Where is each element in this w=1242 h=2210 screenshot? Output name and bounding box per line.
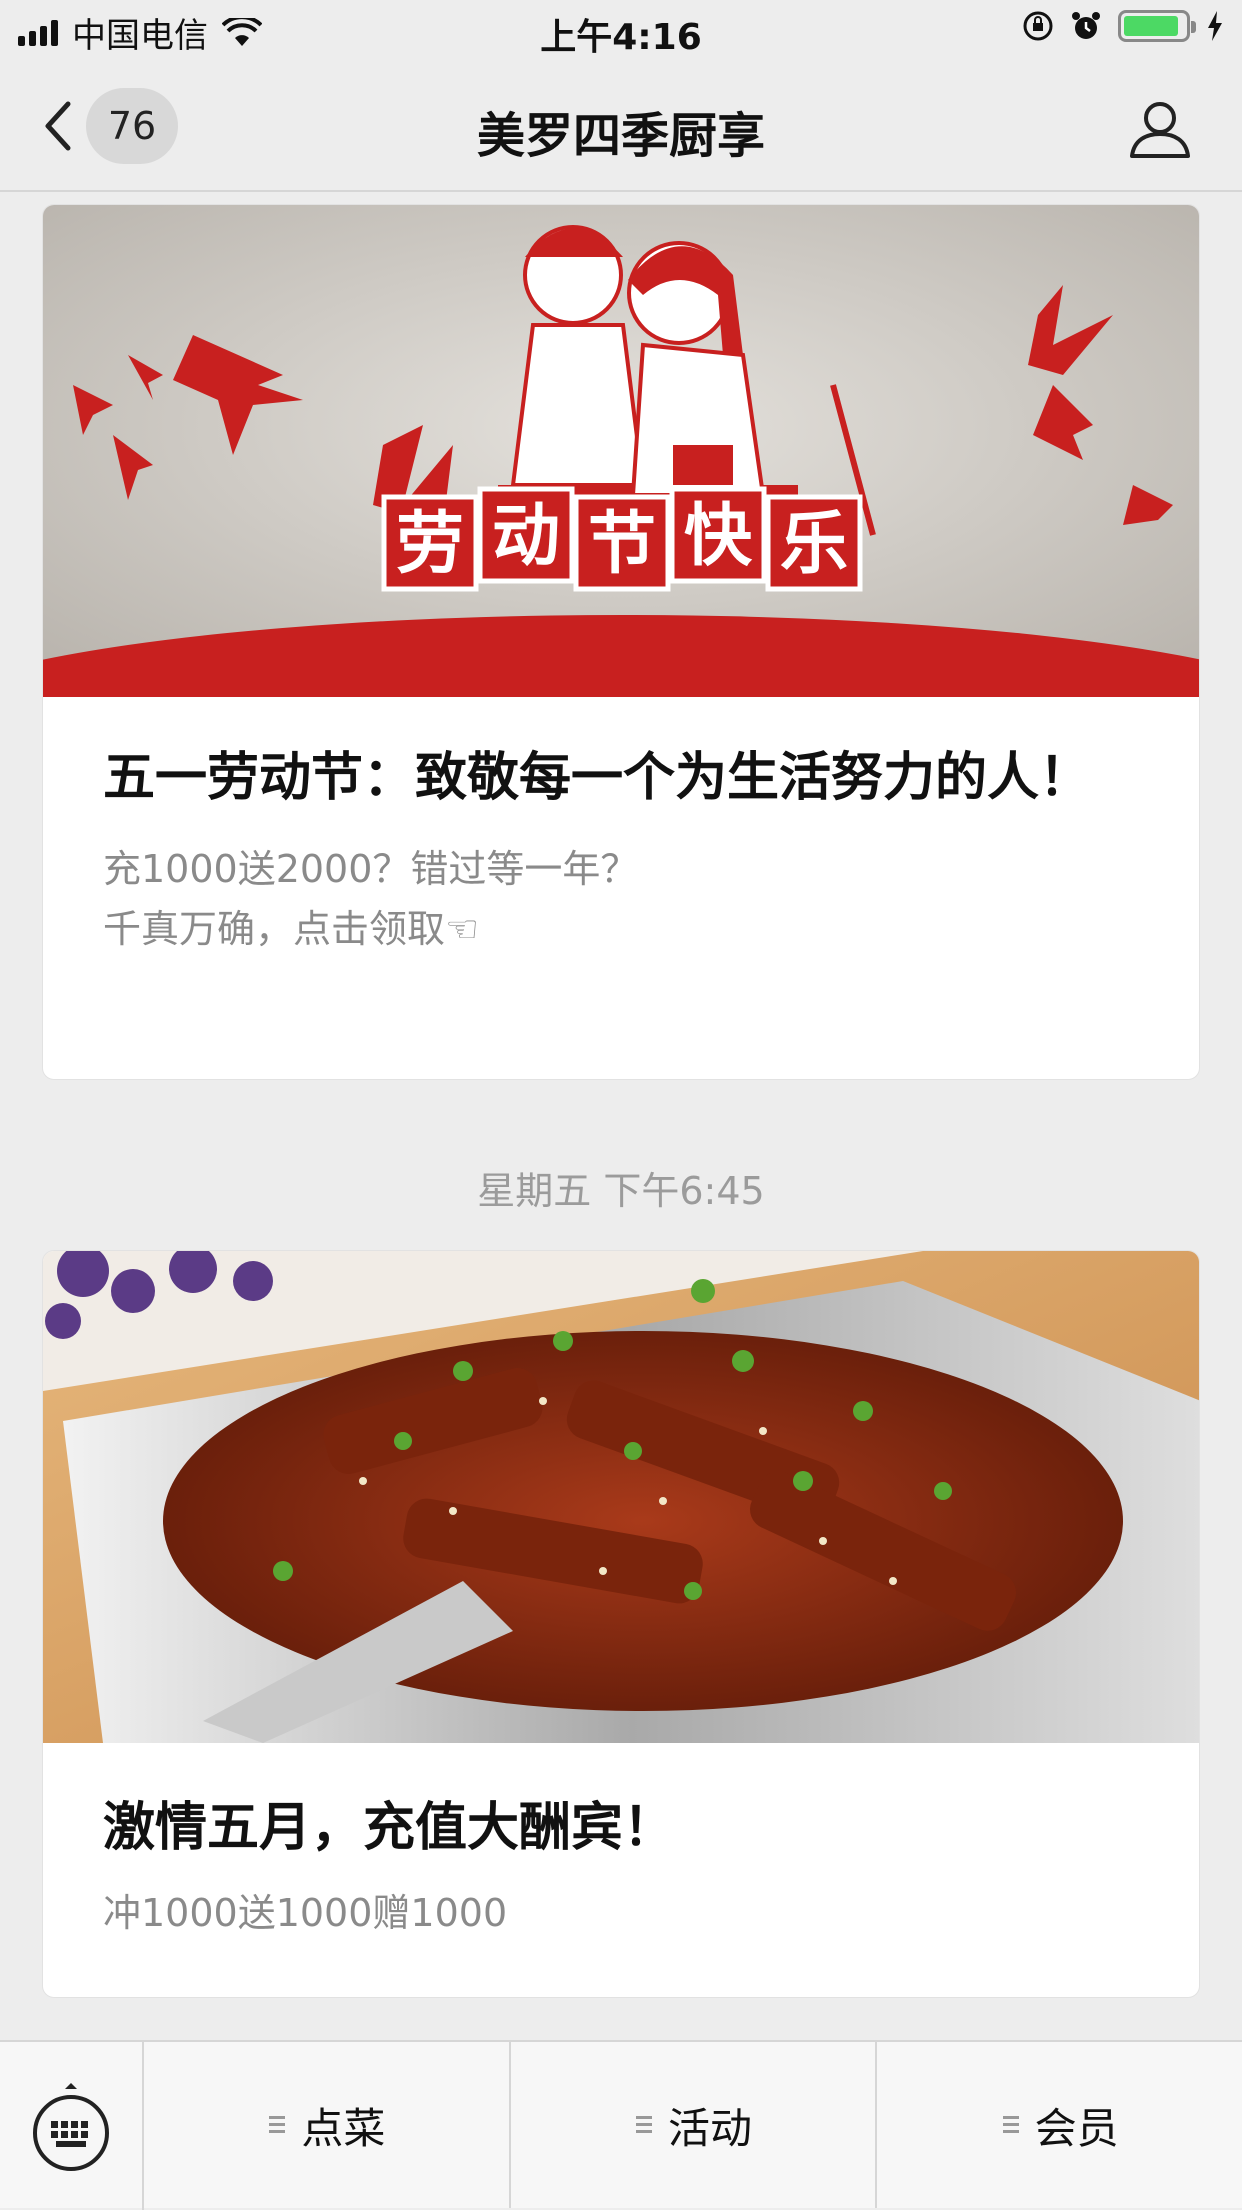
article-banner-image bbox=[43, 1251, 1199, 1743]
page-title: 美罗四季厨享 bbox=[476, 108, 765, 164]
labor-day-banner-illustration: 劳动节快乐 bbox=[43, 205, 1199, 697]
status-right bbox=[1022, 10, 1224, 42]
menu-item-membership[interactable]: 会员 bbox=[877, 2042, 1242, 2208]
banner-character: 节 bbox=[588, 505, 656, 584]
charging-icon bbox=[1208, 11, 1222, 41]
profile-icon[interactable] bbox=[1128, 96, 1192, 160]
menu-item-order[interactable]: 点菜 bbox=[144, 2042, 511, 2208]
article-card[interactable]: 劳动节快乐 五一劳动节：致敬每一个为生活努力的人！ 充1000送2000？错过等… bbox=[42, 204, 1200, 1080]
menu-lines-icon bbox=[269, 2116, 286, 2133]
article-card[interactable]: 激情五月，充值大酬宾！ 冲1000送1000赠1000 bbox=[42, 1250, 1200, 1998]
article-description-line: 充1000送2000？错过等一年？ bbox=[103, 847, 639, 891]
article-description: 冲1000送1000赠1000 bbox=[43, 1883, 1199, 1943]
keyboard-icon bbox=[33, 2083, 109, 2171]
message-timestamp: 星期五 下午6:45 bbox=[477, 1169, 765, 1213]
menu-item-label: 活动 bbox=[668, 2103, 753, 2153]
article-description-line: 冲1000送1000赠1000 bbox=[103, 1891, 508, 1935]
article-description-line: 千真万确，点击领取☜ bbox=[103, 907, 480, 951]
article-title: 五一劳动节：致敬每一个为生活努力的人！ bbox=[103, 748, 1092, 808]
alarm-icon bbox=[1072, 12, 1100, 39]
battery-level bbox=[1124, 16, 1178, 36]
rotation-lock-icon bbox=[1023, 11, 1053, 41]
status-bar: 中国电信 上午4:16 bbox=[0, 0, 1242, 60]
article-banner-image: 劳动节快乐 bbox=[43, 205, 1199, 697]
menu-lines-icon bbox=[636, 2116, 652, 2133]
menu-item-events[interactable]: 活动 bbox=[511, 2042, 878, 2208]
keyboard-toggle-button[interactable] bbox=[0, 2042, 144, 2210]
bottom-menu: 点菜 活动 会员 bbox=[0, 2040, 1242, 2210]
battery-icon bbox=[1118, 10, 1196, 42]
banner-character: 快 bbox=[684, 497, 753, 576]
article-title: 激情五月，充值大酬宾！ bbox=[103, 1798, 676, 1858]
banner-character: 乐 bbox=[780, 505, 848, 584]
article-description: 充1000送2000？错过等一年？ 千真万确，点击领取☜ bbox=[43, 839, 1199, 959]
nav-bar: 76 美罗四季厨享 bbox=[0, 60, 1242, 192]
braised-ribs-photo bbox=[43, 1251, 1199, 1743]
message-list[interactable]: 劳动节快乐 五一劳动节：致敬每一个为生活努力的人！ 充1000送2000？错过等… bbox=[0, 192, 1242, 2040]
menu-item-label: 点菜 bbox=[301, 2103, 386, 2153]
banner-character: 劳 bbox=[396, 505, 464, 584]
menu-lines-icon bbox=[1002, 2116, 1019, 2133]
menu-item-label: 会员 bbox=[1034, 2103, 1119, 2153]
banner-character: 动 bbox=[492, 497, 560, 576]
